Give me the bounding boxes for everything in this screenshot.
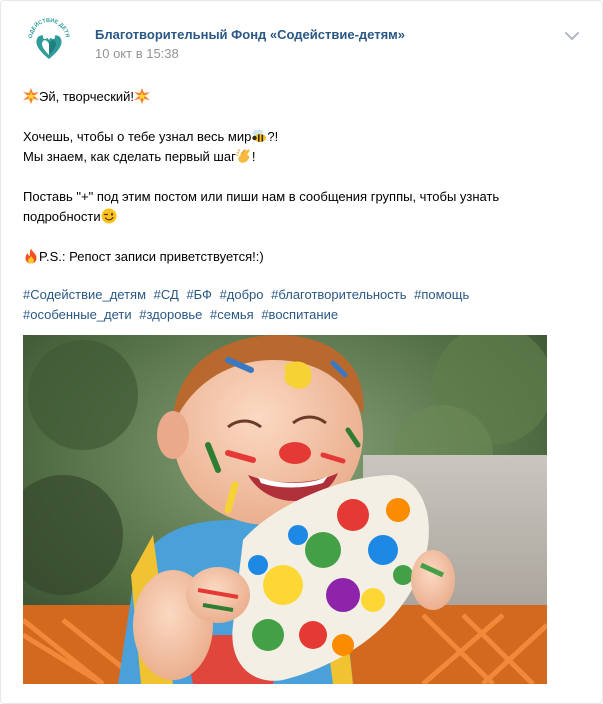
details-text: подробности	[23, 209, 101, 224]
post-text-line: Эй, творческий!	[23, 87, 583, 107]
hashtag-link[interactable]: #семья	[210, 307, 254, 322]
hashtag-link[interactable]: #особенные_дети	[23, 307, 132, 322]
post-date-link[interactable]: 10 окт в 15:38	[95, 46, 179, 61]
ps-text: P.S.: Репост записи приветствуется!:)	[39, 249, 264, 264]
call-to-action-text: Поставь "+" под этим постом или пиши нам…	[23, 189, 500, 204]
hashtag-link[interactable]: #БФ	[186, 287, 212, 302]
first-step-end-text: !	[251, 149, 256, 164]
post-options-button[interactable]	[563, 29, 581, 43]
hashtag-link[interactable]: #СД	[154, 287, 179, 302]
hashtag-list: #Содействие_детям #СД #БФ #добро #благот…	[23, 285, 583, 325]
hashtag-link[interactable]: #Содействие_детям	[23, 287, 146, 302]
hashtag-link[interactable]: #благотворительность	[271, 287, 406, 302]
chevron-down-icon	[565, 32, 579, 40]
question-text: Хочешь, чтобы о тебе узнал весь мир	[23, 129, 252, 144]
heart-hands-logo-icon: СОДЕЙСТВИЕ ДЕТЯМ	[24, 15, 74, 65]
post-text-line: Хочешь, чтобы о тебе узнал весь мир?!	[23, 127, 583, 147]
winking-face-emoji-icon	[101, 208, 117, 224]
hashtag-link[interactable]: #добро	[220, 287, 264, 302]
post-text: Эй, творческий! Хочешь, чтобы о тебе узн…	[23, 87, 583, 267]
collision-emoji-icon	[23, 88, 39, 104]
community-name-link[interactable]: Благотворительный Фонд «Содействие-детям…	[95, 27, 405, 42]
child-painting-photo	[23, 335, 547, 684]
first-step-text: Мы знаем, как сделать первый шаг	[23, 149, 236, 164]
hashtag-link[interactable]: #здоровье	[139, 307, 202, 322]
post-text-line: Мы знаем, как сделать первый шаг!	[23, 147, 583, 167]
fire-emoji-icon	[25, 248, 37, 264]
wall-post: СОДЕЙСТВИЕ ДЕТЯМ Благотворительный Фонд …	[0, 0, 603, 704]
collision-emoji-icon	[134, 88, 151, 104]
post-photo[interactable]	[23, 335, 547, 684]
greeting-text: Эй, творческий!	[39, 89, 135, 104]
hashtag-link[interactable]: #воспитание	[261, 307, 338, 322]
hashtag-link[interactable]: #помощь	[414, 287, 469, 302]
question-end-text: ?!	[267, 129, 279, 144]
post-text-line: подробности	[23, 207, 583, 227]
post-text-line: Поставь "+" под этим постом или пиши нам…	[23, 187, 583, 207]
community-avatar[interactable]: СОДЕЙСТВИЕ ДЕТЯМ	[24, 15, 74, 65]
post-text-line: P.S.: Репост записи приветствуется!:)	[23, 247, 583, 267]
bee-emoji-icon	[252, 129, 267, 142]
clapping-hands-emoji-icon	[235, 149, 250, 163]
